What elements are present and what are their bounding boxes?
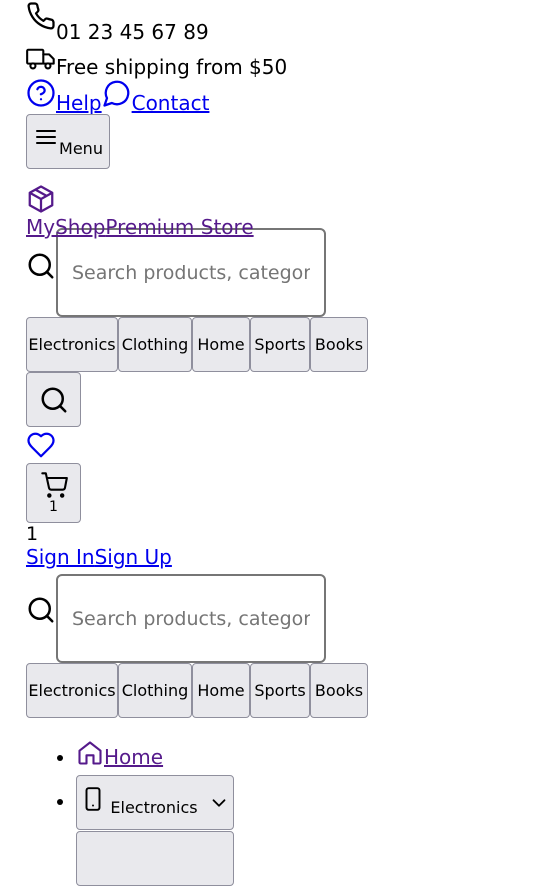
search-icon bbox=[41, 387, 66, 412]
logo-block[interactable]: MyShopPremium Store bbox=[26, 170, 544, 238]
chat-bubble-icon bbox=[102, 80, 129, 107]
category-button-clothing[interactable]: Clothing bbox=[118, 663, 192, 718]
category-button-home[interactable]: Home bbox=[192, 317, 250, 372]
nav-electronics-label: Electronics bbox=[110, 798, 198, 817]
category-button-electronics[interactable]: Electronics bbox=[26, 663, 118, 718]
nav-home-link[interactable]: Home bbox=[76, 741, 164, 769]
search-bar-mobile bbox=[26, 574, 544, 663]
nav-electronics-dropdown[interactable]: Electronics bbox=[76, 775, 234, 830]
heart-icon[interactable] bbox=[26, 430, 56, 460]
menu-label: Menu bbox=[59, 139, 103, 158]
house-icon bbox=[78, 741, 102, 765]
search-icon bbox=[28, 597, 54, 623]
search-input[interactable] bbox=[56, 228, 326, 317]
search-icon bbox=[28, 253, 54, 279]
menu-row: Menu bbox=[26, 114, 544, 170]
category-button-sports[interactable]: Sports bbox=[250, 663, 310, 718]
nav-item-electronics: Electronics bbox=[76, 775, 544, 831]
phone-icon bbox=[27, 2, 55, 30]
cart-row: 1 bbox=[26, 463, 544, 523]
auth-links: Sign InSign Up bbox=[26, 546, 544, 574]
logo-tagline: Premium Store bbox=[105, 215, 254, 239]
category-button-electronics[interactable]: Electronics bbox=[26, 317, 118, 372]
hamburger-icon bbox=[36, 129, 57, 144]
main-nav-list: Home Electronics bbox=[26, 739, 544, 890]
category-button-home[interactable]: Home bbox=[192, 663, 250, 718]
nav-item-home: Home bbox=[76, 739, 544, 775]
logo-name: MyShop bbox=[26, 215, 106, 239]
category-button-sports[interactable]: Sports bbox=[250, 317, 310, 372]
sign-up-link[interactable]: Sign Up bbox=[95, 545, 172, 569]
search-toggle-row bbox=[26, 372, 544, 428]
category-button-books[interactable]: Books bbox=[310, 317, 368, 372]
truck-icon bbox=[26, 48, 55, 70]
wishlist-row bbox=[26, 428, 544, 463]
contact-link[interactable]: Contact bbox=[132, 92, 210, 114]
phone-number: 01 23 45 67 89 bbox=[56, 20, 209, 44]
sign-in-link[interactable]: Sign In bbox=[26, 545, 95, 569]
search-input-mobile[interactable] bbox=[56, 574, 326, 663]
shipping-text: Free shipping from $50 bbox=[56, 55, 288, 79]
smartphone-icon bbox=[85, 786, 101, 811]
menu-button[interactable]: Menu bbox=[26, 114, 110, 169]
search-bar bbox=[26, 228, 544, 317]
help-link[interactable]: Help bbox=[56, 92, 102, 114]
chevron-down-icon bbox=[212, 798, 226, 807]
category-button-books[interactable]: Books bbox=[310, 663, 368, 718]
cart-badge: 1 bbox=[26, 523, 39, 545]
logo-link[interactable]: MyShopPremium Store bbox=[26, 216, 254, 238]
category-list: Electronics Clothing Home Sports Books bbox=[26, 317, 544, 372]
cart-icon bbox=[40, 472, 68, 498]
search-toggle-button[interactable] bbox=[26, 372, 81, 427]
nav-next-dropdown[interactable] bbox=[76, 831, 234, 886]
category-button-clothing[interactable]: Clothing bbox=[118, 317, 192, 372]
shipping-line: Free shipping from $50 bbox=[26, 43, 544, 78]
help-contact-line: Help Contact bbox=[26, 78, 544, 114]
help-circle-icon bbox=[27, 79, 55, 107]
nav-home-label: Home bbox=[104, 745, 164, 769]
box-icon bbox=[28, 185, 54, 213]
category-list-mobile: Electronics Clothing Home Sports Books bbox=[26, 663, 544, 718]
cart-button[interactable]: 1 bbox=[26, 463, 81, 523]
phone-line: 01 23 45 67 89 bbox=[26, 0, 544, 43]
cart-count: 1 bbox=[49, 499, 58, 515]
